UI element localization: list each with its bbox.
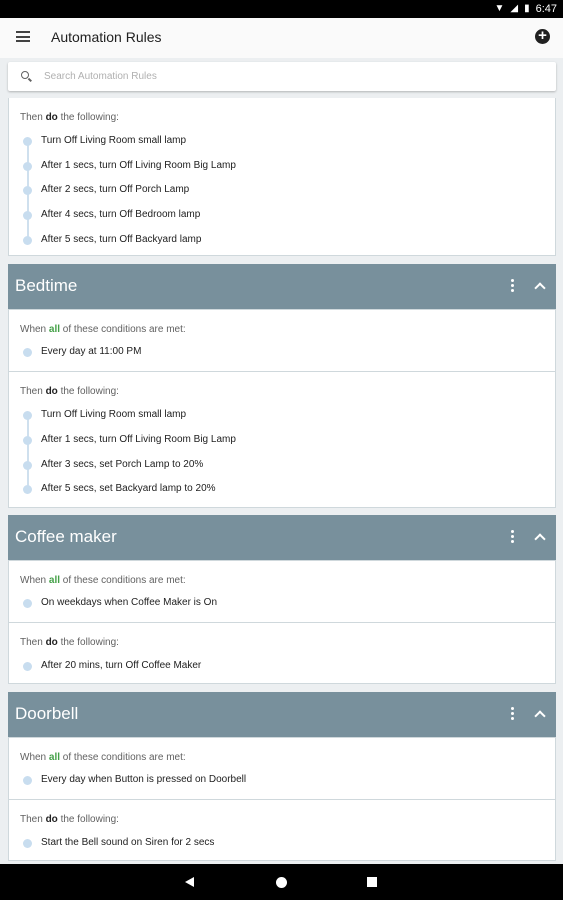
timeline-dot	[23, 662, 32, 671]
page-title: Automation Rules	[51, 29, 162, 45]
signal-icon: ◢	[510, 3, 519, 14]
then-label: Then do the following:	[20, 637, 119, 648]
rule-conditions-section: When all of these conditions are met: On…	[8, 560, 556, 623]
search-input[interactable]	[44, 68, 544, 85]
menu-icon[interactable]	[16, 31, 30, 42]
action-item: After 5 secs, set Backyard lamp to 20%	[9, 482, 549, 498]
rule-actions-section: Then do the following: After 20 mins, tu…	[8, 622, 556, 684]
action-item: Start the Bell sound on Siren for 2 secs	[9, 836, 549, 852]
timeline-dot	[23, 599, 32, 608]
when-label: When all of these conditions are met:	[20, 324, 186, 335]
chevron-up-icon[interactable]	[533, 708, 547, 720]
timeline-dot	[23, 436, 32, 445]
timeline-dot	[23, 776, 32, 785]
rule-title: Coffee maker	[15, 527, 117, 546]
timeline-dot	[23, 211, 32, 220]
timeline-dot	[23, 186, 32, 195]
rule-header-coffee-maker[interactable]: Coffee maker	[8, 515, 556, 560]
chevron-up-icon[interactable]	[533, 531, 547, 543]
timeline-dot	[23, 162, 32, 171]
chevron-up-icon[interactable]	[533, 280, 547, 292]
more-vert-icon[interactable]	[506, 529, 518, 545]
action-item: After 5 secs, turn Off Backyard lamp	[9, 233, 549, 249]
rule-actions-section: Then do the following: Turn Off Living R…	[8, 371, 556, 508]
timeline-dot	[23, 485, 32, 494]
action-item: After 1 secs, turn Off Living Room Big L…	[9, 159, 549, 175]
rule-header-doorbell[interactable]: Doorbell	[8, 692, 556, 737]
more-vert-icon[interactable]	[506, 706, 518, 722]
home-icon[interactable]	[276, 877, 287, 888]
rule-conditions-section: When all of these conditions are met: Ev…	[8, 309, 556, 372]
action-item: After 20 mins, turn Off Coffee Maker	[9, 659, 549, 675]
then-label: Then do the following:	[20, 814, 119, 825]
rule-title: Doorbell	[15, 704, 79, 723]
wifi-icon: ▼	[494, 3, 505, 14]
when-label: When all of these conditions are met:	[20, 752, 186, 763]
action-item: After 1 secs, turn Off Living Room Big L…	[9, 433, 549, 449]
timeline-dot	[23, 137, 32, 146]
timeline-dot	[23, 348, 32, 357]
action-item: After 3 secs, set Porch Lamp to 20%	[9, 458, 549, 474]
timeline-dot	[23, 411, 32, 420]
status-time: 6:47	[535, 3, 557, 15]
rule-header-bedtime[interactable]: Bedtime	[8, 264, 556, 309]
battery-icon: ▮	[524, 3, 530, 14]
timeline-dot	[23, 236, 32, 245]
app-bar: Automation Rules +	[0, 18, 563, 58]
when-label: When all of these conditions are met:	[20, 575, 186, 586]
condition-item: Every day when Button is pressed on Door…	[9, 773, 549, 789]
back-icon[interactable]	[185, 877, 194, 887]
action-item: Turn Off Living Room small lamp	[9, 134, 549, 150]
rule-conditions-section: When all of these conditions are met: Ev…	[8, 737, 556, 800]
rule-title: Bedtime	[15, 276, 78, 295]
search-icon	[21, 71, 29, 79]
action-item: Turn Off Living Room small lamp	[9, 408, 549, 424]
then-label: Then do the following:	[20, 386, 119, 397]
action-item: After 2 secs, turn Off Porch Lamp	[9, 183, 549, 199]
navigation-bar	[0, 864, 563, 900]
search-bar	[8, 62, 556, 91]
recents-icon[interactable]	[367, 877, 377, 887]
add-rule-icon[interactable]: +	[535, 28, 550, 44]
rule-actions-section: Then do the following: Start the Bell so…	[8, 799, 556, 861]
condition-item: Every day at 11:00 PM	[9, 345, 549, 361]
status-bar: ▼ ◢ ▮ 6:47	[0, 0, 563, 18]
timeline-line	[27, 416, 29, 490]
then-label: Then do the following:	[20, 112, 119, 123]
rules-list[interactable]: Then do the following: Turn Off Living R…	[0, 96, 563, 864]
timeline-dot	[23, 461, 32, 470]
rule-actions-section: Then do the following: Turn Off Living R…	[8, 98, 556, 256]
more-vert-icon[interactable]	[506, 278, 518, 294]
action-item: After 4 secs, turn Off Bedroom lamp	[9, 208, 549, 224]
condition-item: On weekdays when Coffee Maker is On	[9, 596, 549, 612]
timeline-dot	[23, 839, 32, 848]
